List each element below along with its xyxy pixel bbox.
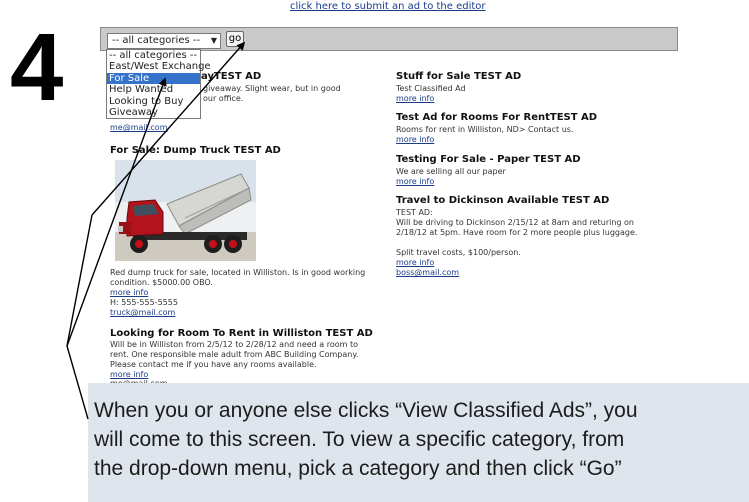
- instruction-caption: When you or anyone else clicks “View Cla…: [88, 383, 749, 502]
- ad-email-link[interactable]: truck@mail.com: [110, 308, 175, 318]
- ad-body: rent. One responsible male adult from AB…: [110, 350, 359, 359]
- more-info-link[interactable]: more info: [396, 94, 666, 104]
- dump-truck-photo: [115, 160, 256, 261]
- ad-body: Rooms for rent in Williston, ND> Contact…: [396, 125, 574, 134]
- ad-body: 2/18/12 at 5pm. Have room for 2 more peo…: [396, 228, 638, 237]
- category-option[interactable]: East/West Exchange: [107, 61, 211, 72]
- go-button[interactable]: go: [226, 31, 244, 47]
- category-option[interactable]: -- all categories --: [107, 50, 200, 61]
- ad-title[interactable]: Testing For Sale - Paper TEST AD: [396, 154, 666, 165]
- more-info-link[interactable]: more info: [396, 177, 666, 187]
- ad-title[interactable]: Stuff for Sale TEST AD: [396, 71, 666, 82]
- category-option[interactable]: Giveaway: [107, 107, 200, 118]
- ad-body: giveaway. Slight wear, but in good: [203, 84, 341, 93]
- ad-body: condition. $5000.00 OBO.: [110, 278, 213, 287]
- ad-body: Will be in Williston from 2/5/12 to 2/28…: [110, 340, 359, 349]
- ad-phone: H: 555-555-5555: [110, 298, 178, 307]
- ad-title[interactable]: Travel to Dickinson Available TEST AD: [396, 195, 666, 206]
- step-number: 4: [10, 14, 64, 121]
- category-select-value: -- all categories --: [112, 35, 201, 46]
- ad-body: Will be driving to Dickinson 2/15/12 at …: [396, 218, 634, 227]
- category-dropdown[interactable]: -- all categories -- East/West Exchange …: [106, 49, 211, 120]
- ad-body: Test Classified Ad: [396, 84, 466, 93]
- caption-line: When you or anyone else clicks “View Cla…: [94, 399, 638, 422]
- submit-ad-link[interactable]: click here to submit an ad to the editor: [290, 1, 486, 12]
- category-select[interactable]: -- all categories -- ▼: [107, 33, 221, 49]
- ad-body: TEST AD:: [396, 208, 433, 217]
- caption-line: the drop-down menu, pick a category and …: [94, 457, 622, 480]
- ad-email-link[interactable]: boss@mail.com: [396, 268, 666, 278]
- ad-title[interactable]: For Sale: Dump Truck TEST AD: [110, 145, 281, 156]
- chevron-down-icon[interactable]: ▼: [211, 34, 217, 48]
- ad-title[interactable]: ayTEST AD: [201, 71, 261, 82]
- ad-title[interactable]: Looking for Room To Rent in Williston TE…: [110, 328, 373, 339]
- more-info-link[interactable]: more info: [396, 258, 666, 268]
- ad-body: We are selling all our paper: [396, 167, 506, 176]
- category-option[interactable]: Looking to Buy: [107, 96, 200, 107]
- ad-email-link[interactable]: me@mail.com: [110, 123, 167, 133]
- ad-body: Red dump truck for sale, located in Will…: [110, 268, 366, 277]
- more-info-link[interactable]: more info: [396, 135, 666, 145]
- ad-body: Please contact me if you have any rooms …: [110, 360, 317, 369]
- more-info-link[interactable]: more info: [110, 288, 148, 298]
- caption-line: will come to this screen. To view a spec…: [94, 428, 625, 451]
- category-option[interactable]: Help Wanted: [107, 84, 200, 95]
- ad-body: Split travel costs, $100/person.: [396, 248, 521, 257]
- ad-title[interactable]: Test Ad for Rooms For RentTEST AD: [396, 112, 666, 123]
- ad-body: our office.: [203, 94, 244, 103]
- category-filter-bar: -- all categories -- ▼ go: [100, 27, 678, 51]
- category-option-highlighted[interactable]: For Sale: [107, 72, 200, 85]
